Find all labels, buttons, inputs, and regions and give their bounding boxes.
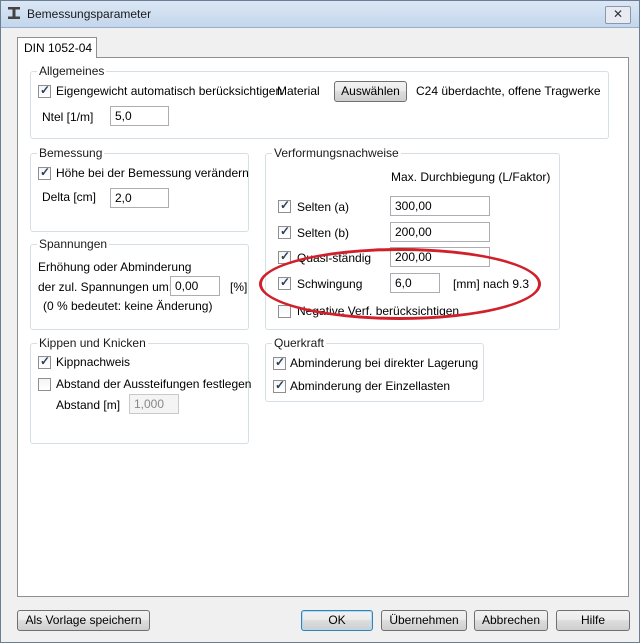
eigengewicht-label: Eigengewicht automatisch berücksichtigen [56, 84, 283, 98]
schwingung-suffix: [mm] nach 9.3 [453, 277, 530, 291]
durchbiegung-header: Max. Durchbiegung (L/Faktor) [391, 170, 551, 184]
beam-icon [8, 7, 20, 19]
negative-verf-checkbox[interactable] [278, 305, 291, 318]
lagerung-label: Abminderung bei direkter Lagerung [290, 356, 479, 370]
group-title: Querkraft [272, 336, 327, 350]
material-value: C24 überdachte, offene Tragwerke [416, 84, 601, 98]
quasi-staendig-input[interactable] [390, 247, 490, 267]
einzellasten-label: Abminderung der Einzellasten [290, 379, 451, 393]
close-button[interactable]: ✕ [605, 6, 631, 24]
kippnachweis-label: Kippnachweis [56, 355, 131, 369]
spannungen-unit: [%] [230, 280, 248, 294]
quasi-staendig-label: Quasi-ständig [297, 251, 372, 265]
group-verformungsnachweise: Verformungsnachweise Max. Durchbiegung (… [265, 146, 560, 330]
als-vorlage-speichern-button[interactable]: Als Vorlage speichern [17, 610, 150, 631]
abstand-festlegen-label: Abstand der Aussteifungen festlegen [56, 377, 252, 391]
group-title: Allgemeines [37, 64, 107, 78]
selten-b-checkbox[interactable] [278, 224, 291, 239]
group-title: Kippen und Knicken [37, 336, 148, 350]
delta-input[interactable] [110, 188, 169, 208]
spannungen-line1: Erhöhung oder Abminderung [38, 260, 192, 274]
tab-panel: Allgemeines Eigengewicht automatisch ber… [17, 57, 629, 597]
group-bemessung: Bemessung Höhe bei der Bemessung verände… [30, 146, 249, 232]
schwingung-checkbox[interactable] [278, 275, 291, 290]
delta-label: Delta [cm] [42, 190, 97, 204]
group-querkraft: Querkraft Abminderung bei direkter Lager… [265, 336, 484, 402]
tab-din-1052-04[interactable]: DIN 1052-04 [17, 37, 97, 58]
negative-verf-label: Negative Verf. berücksichtigen [297, 304, 460, 318]
quasi-staendig-checkbox[interactable] [278, 249, 291, 264]
ok-button[interactable]: OK [301, 610, 373, 631]
hoehe-checkbox[interactable] [38, 165, 51, 180]
group-title: Verformungsnachweise [272, 146, 401, 160]
material-label: Material [277, 84, 320, 98]
abstand-label: Abstand [m] [56, 398, 121, 412]
spannungen-note: (0 % bedeutet: keine Änderung) [43, 299, 213, 313]
schwingung-label: Schwingung [297, 277, 363, 291]
group-title: Spannungen [37, 237, 110, 251]
title-bar[interactable]: Bemessungsparameter ✕ [1, 1, 639, 28]
group-allgemeines: Allgemeines Eigengewicht automatisch ber… [30, 64, 609, 139]
ntel-input[interactable] [110, 106, 169, 126]
dialog-window: Bemessungsparameter ✕ DIN 1052-04 Allgem… [0, 0, 640, 643]
group-title: Bemessung [37, 146, 105, 160]
hoehe-label: Höhe bei der Bemessung verändern [56, 166, 249, 180]
tab-label: DIN 1052-04 [24, 41, 93, 55]
ntel-label: Ntel [1/m] [42, 110, 94, 124]
eigengewicht-checkbox[interactable] [38, 83, 51, 98]
selten-b-label: Selten (b) [297, 226, 350, 240]
window-title: Bemessungsparameter [27, 7, 152, 21]
selten-a-checkbox[interactable] [278, 198, 291, 213]
kippnachweis-checkbox[interactable] [38, 354, 51, 369]
abbrechen-button[interactable]: Abbrechen [474, 610, 548, 631]
abstand-input [129, 394, 179, 414]
selten-a-label: Selten (a) [297, 200, 350, 214]
abstand-festlegen-checkbox[interactable] [38, 378, 51, 391]
spannungen-input[interactable] [170, 276, 220, 296]
selten-b-input[interactable] [390, 222, 490, 242]
einzellasten-checkbox[interactable] [273, 378, 286, 393]
group-kippen-knicken: Kippen und Knicken Kippnachweis Abstand … [30, 336, 252, 444]
auswaehlen-button[interactable]: Auswählen [334, 81, 407, 102]
lagerung-checkbox[interactable] [273, 355, 286, 370]
group-spannungen: Spannungen Erhöhung oder Abminderung der… [30, 237, 249, 330]
uebernehmen-button[interactable]: Übernehmen [381, 610, 467, 631]
selten-a-input[interactable] [390, 196, 490, 216]
hilfe-button[interactable]: Hilfe [556, 610, 630, 631]
spannungen-line2: der zul. Spannungen um: [38, 280, 173, 294]
schwingung-input[interactable] [390, 273, 440, 293]
